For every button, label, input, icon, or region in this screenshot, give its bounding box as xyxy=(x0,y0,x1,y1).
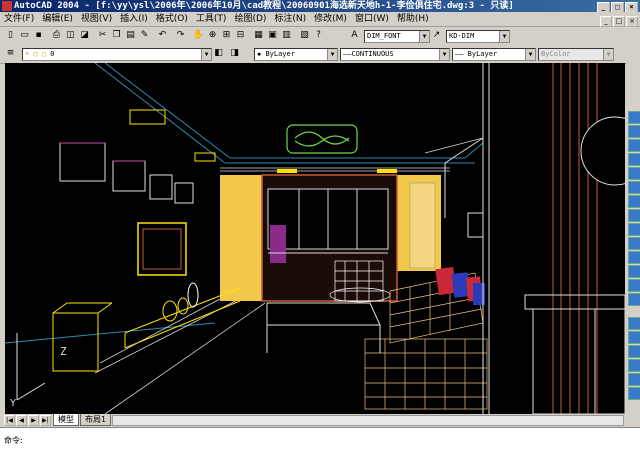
wedge-icon[interactable] xyxy=(628,373,640,386)
publish-icon[interactable]: ◪ xyxy=(78,29,91,42)
menu-tools[interactable]: 工具(T) xyxy=(192,12,231,26)
doc-restore-button[interactable]: □ xyxy=(613,16,625,27)
tab-model[interactable]: 模型 xyxy=(53,414,79,426)
title-bar: AutoCAD 2004 - [f:\yy\ysl\2006年\2006年10月… xyxy=(0,0,640,12)
redo-icon[interactable]: ↷ xyxy=(174,29,187,42)
autocad-app-icon[interactable] xyxy=(2,1,12,11)
horizontal-scrollbar[interactable] xyxy=(112,415,624,426)
chevron-down-icon: ▼ xyxy=(327,49,337,60)
layer-manager-icon[interactable]: ≡ xyxy=(4,47,17,60)
layer-previous-icon[interactable]: ◨ xyxy=(228,47,241,60)
menu-modify[interactable]: 修改(M) xyxy=(310,12,351,26)
help-icon[interactable]: ? xyxy=(312,29,325,42)
undo-icon[interactable]: ↶ xyxy=(156,29,169,42)
rotate-icon[interactable] xyxy=(628,195,640,208)
scale-icon[interactable] xyxy=(628,209,640,222)
cylinder-icon[interactable] xyxy=(628,345,640,358)
cut-icon[interactable]: ✂ xyxy=(96,29,109,42)
menu-view[interactable]: 视图(V) xyxy=(77,12,116,26)
maximize-button[interactable]: □ xyxy=(611,2,624,12)
menu-insert[interactable]: 插入(I) xyxy=(116,12,152,26)
chevron-down-icon: ▼ xyxy=(499,31,509,42)
properties-toolbar: ≡ ☀ ◯ ▢ 0 ▼ ◧ ◨ ▪ ByLayer ▼ ——CONTINUOUS ▼ … xyxy=(0,45,640,64)
chevron-down-icon: ▼ xyxy=(419,31,429,42)
erase-icon[interactable] xyxy=(628,111,640,124)
chamfer-icon[interactable] xyxy=(628,279,640,292)
color-select[interactable]: ▪ ByLayer ▼ xyxy=(254,48,338,61)
chevron-down-icon: ▼ xyxy=(439,49,449,60)
linetype-select[interactable]: ——CONTINUOUS ▼ xyxy=(340,48,450,61)
lineweight-select[interactable]: —— ByLayer ▼ xyxy=(452,48,536,61)
dim-style-icon[interactable]: ↗ xyxy=(430,29,443,42)
ucs-z-label: Z xyxy=(60,345,67,358)
paste-icon[interactable]: ▤ xyxy=(124,29,137,42)
window-title: AutoCAD 2004 - [f:\yy\ysl\2006年\2006年10月… xyxy=(14,1,514,11)
sphere-icon[interactable] xyxy=(628,331,640,344)
tab-layout1[interactable]: 布局1 xyxy=(80,414,112,426)
command-window[interactable]: 命令: xyxy=(0,427,640,452)
layer-select[interactable]: ☀ ◯ ▢ 0 ▼ xyxy=(22,48,212,61)
doc-minimize-button[interactable]: _ xyxy=(600,16,612,27)
cone-icon[interactable] xyxy=(628,359,640,372)
layout-tabs-bar: |◀ ◀ ▶ ▶| 模型 布局1 xyxy=(0,414,640,426)
menu-file[interactable]: 文件(F) xyxy=(0,12,38,26)
zoom-realtime-icon[interactable]: ⊕ xyxy=(206,29,219,42)
move-icon[interactable] xyxy=(628,181,640,194)
zoom-window-icon[interactable]: ⊞ xyxy=(220,29,233,42)
pan-icon[interactable]: ✋ xyxy=(192,29,205,42)
copy-object-icon[interactable] xyxy=(628,125,640,138)
box-solid-icon[interactable] xyxy=(628,317,640,330)
dim-style-select[interactable]: KD-DIM ▼ xyxy=(446,30,510,43)
chevron-down-icon: ▼ xyxy=(525,49,535,60)
stretch-icon[interactable] xyxy=(628,223,640,236)
plotstyle-select: ByColor ▼ xyxy=(538,48,614,61)
offset-icon[interactable] xyxy=(628,153,640,166)
array-icon[interactable] xyxy=(628,167,640,180)
standard-toolbar: ▯ ▭ ▪ ⎙ ◫ ◪ ✂ ❐ ▤ ✎ ↶ ↷ ✋ ⊕ ⊞ ⊟ ▦ ▣ ▥ ▧ … xyxy=(0,27,640,46)
text-style-select[interactable]: DIM_FONT ▼ xyxy=(364,30,430,43)
ucs-y-label: Y xyxy=(10,398,16,409)
zoom-previous-icon[interactable]: ⊟ xyxy=(234,29,247,42)
menu-draw[interactable]: 绘图(D) xyxy=(230,12,270,26)
preview-icon[interactable]: ◫ xyxy=(64,29,77,42)
drawing-canvas[interactable]: Z Y xyxy=(5,63,625,414)
close-button[interactable]: × xyxy=(625,2,638,12)
menu-dimension[interactable]: 标注(N) xyxy=(270,12,310,26)
tool-palettes-icon[interactable]: ▥ xyxy=(280,29,293,42)
save-icon[interactable]: ▪ xyxy=(32,29,45,42)
copy-icon[interactable]: ❐ xyxy=(110,29,123,42)
design-center-icon[interactable]: ▣ xyxy=(266,29,279,42)
print-icon[interactable]: ⎙ xyxy=(50,29,63,42)
menu-format[interactable]: 格式(O) xyxy=(152,12,192,26)
mirror-icon[interactable] xyxy=(628,139,640,152)
menu-help[interactable]: 帮助(H) xyxy=(393,12,433,26)
calculator-icon[interactable]: ▧ xyxy=(298,29,311,42)
doc-close-button[interactable]: × xyxy=(626,16,638,27)
properties-icon[interactable]: ▦ xyxy=(252,29,265,42)
text-style-icon[interactable]: A xyxy=(348,29,361,42)
extend-icon[interactable] xyxy=(628,251,640,264)
menu-bar: 文件(F) 编辑(E) 视图(V) 插入(I) 格式(O) 工具(T) 绘图(D) 标注(N)… xyxy=(0,12,640,27)
fillet-icon[interactable] xyxy=(628,293,640,306)
break-icon[interactable] xyxy=(628,265,640,278)
modify-toolbar xyxy=(627,63,640,414)
next-tab-icon[interactable]: ▶ xyxy=(28,415,39,426)
open-file-icon[interactable]: ▭ xyxy=(18,29,31,42)
prev-tab-icon[interactable]: ◀ xyxy=(16,415,27,426)
new-file-icon[interactable]: ▯ xyxy=(4,29,17,42)
match-properties-icon[interactable]: ✎ xyxy=(138,29,151,42)
first-tab-icon[interactable]: |◀ xyxy=(4,415,15,426)
command-prompt: 命令: xyxy=(4,436,23,445)
trim-icon[interactable] xyxy=(628,237,640,250)
menu-edit[interactable]: 编辑(E) xyxy=(38,12,77,26)
menu-window[interactable]: 窗口(W) xyxy=(351,12,393,26)
chevron-down-icon: ▼ xyxy=(603,49,613,60)
last-tab-icon[interactable]: ▶| xyxy=(40,415,51,426)
room-perspective-drawing: Z Y xyxy=(5,63,625,414)
chevron-down-icon: ▼ xyxy=(201,49,211,60)
torus-icon[interactable] xyxy=(628,387,640,400)
make-current-layer-icon[interactable]: ◧ xyxy=(212,47,225,60)
minimize-button[interactable]: _ xyxy=(597,2,610,12)
